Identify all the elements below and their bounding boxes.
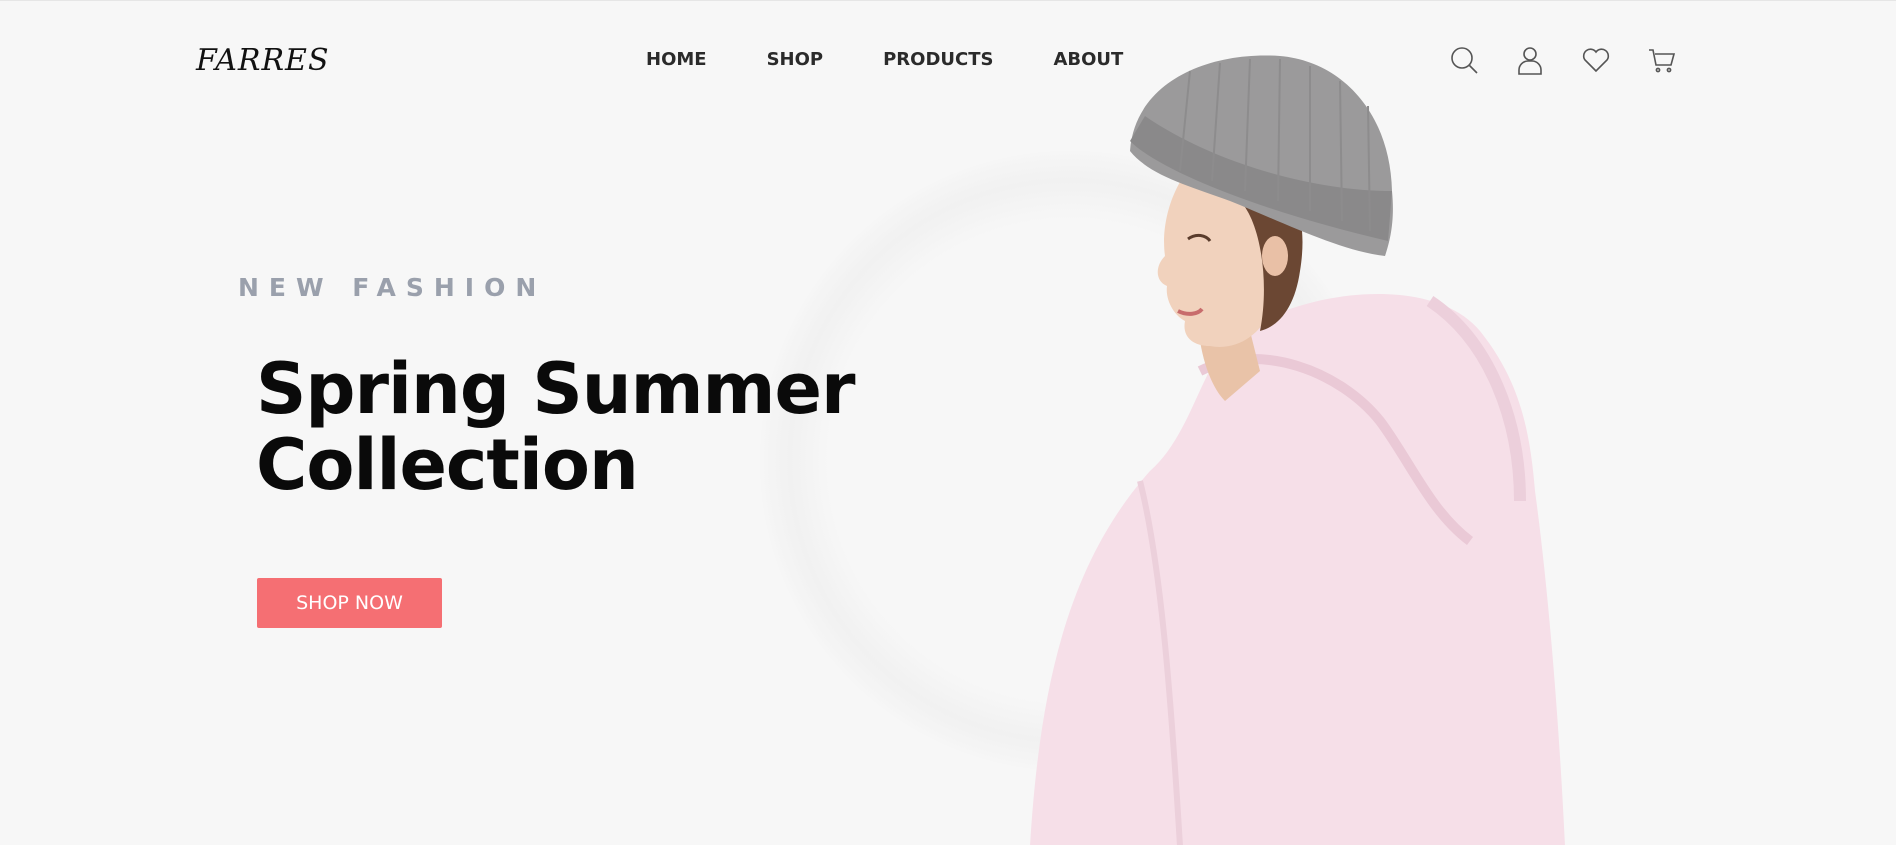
nav-home[interactable]: HOME — [646, 49, 707, 70]
hero-model-image — [1030, 55, 1565, 846]
hero-headline: Spring Summer Collection — [256, 351, 956, 503]
shop-now-button[interactable]: SHOP NOW — [257, 578, 442, 628]
headline-line-1: Spring Summer — [256, 348, 855, 430]
brand-logo[interactable]: FARRES — [196, 43, 330, 78]
hero-page: FARRES HOME SHOP PRODUCTS ABOUT NEW FASH… — [0, 0, 1896, 846]
headline-line-2: Collection — [256, 424, 639, 506]
nav-shop[interactable]: SHOP — [767, 49, 824, 70]
page-bottom-strip — [0, 845, 1896, 850]
hero-eyebrow: NEW FASHION — [238, 273, 547, 302]
